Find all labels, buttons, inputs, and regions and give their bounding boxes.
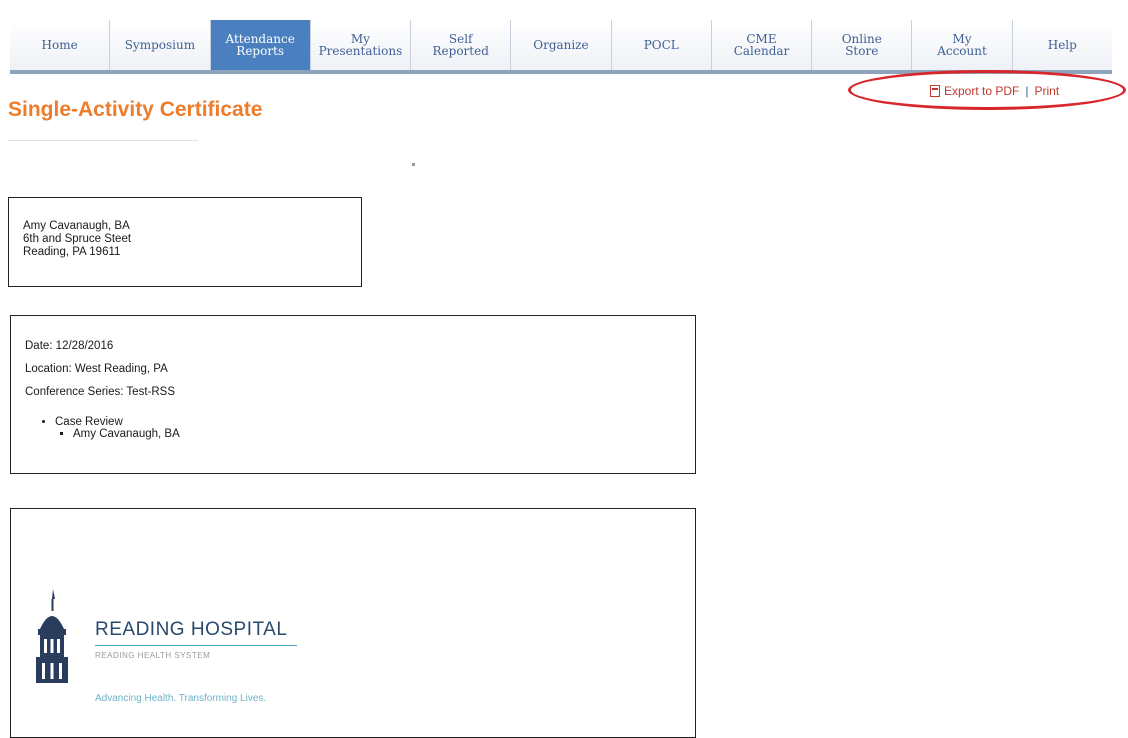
nav-my-account[interactable]: My Account [912,20,1013,70]
health-system-name: READING HEALTH SYSTEM [95,651,211,660]
activity-item: Case Review Amy Cavanaugh, BA [55,416,695,440]
activity-location: Location: West Reading, PA [25,363,168,375]
nav-cme-calendar[interactable]: CME Calendar [712,20,813,70]
certificate-logo-box: READING HOSPITAL READING HEALTH SYSTEM A… [10,508,696,738]
scan-speck [412,163,415,166]
main-nav: Home Symposium Attendance Reports My Pre… [10,20,1112,74]
pdf-icon[interactable] [930,85,940,97]
title-divider [8,140,198,141]
nav-online-store[interactable]: Online Store [812,20,913,70]
nav-organize[interactable]: Organize [511,20,612,70]
link-separator: | [1025,84,1029,98]
hospital-tagline: Advancing Health. Transforming Lives. [95,693,267,704]
recipient-street: 6th and Spruce Steet [23,233,132,245]
conference-series: Conference Series: Test-RSS [25,386,175,398]
print-link[interactable]: Print [1034,84,1059,98]
nav-symposium[interactable]: Symposium [110,20,211,70]
nav-self-reported[interactable]: Self Reported [411,20,512,70]
nav-attendance-reports[interactable]: Attendance Reports [210,20,311,70]
recipient-city: Reading, PA 19611 [23,246,121,258]
activity-date: Date: 12/28/2016 [25,340,114,352]
nav-pocl[interactable]: POCL [612,20,712,70]
export-pdf-link[interactable]: Export to PDF [944,84,1019,98]
hospital-name: READING HOSPITAL [95,619,288,640]
export-links: Export to PDF | Print [930,84,1059,98]
activity-list: Case Review Amy Cavanaugh, BA [25,416,695,440]
address-box: Amy Cavanaugh, BA 6th and Spruce Steet R… [8,197,362,287]
nav-my-presentations[interactable]: My Presentations [311,20,412,70]
nav-help[interactable]: Help [1013,20,1112,70]
page-title: Single-Activity Certificate [8,98,263,121]
recipient-name: Amy Cavanaugh, BA [23,220,130,232]
nav-home[interactable]: Home [10,20,111,70]
hospital-tower-icon [36,589,68,683]
logo-divider [95,645,297,646]
presenter-list: Amy Cavanaugh, BA [55,428,695,440]
activity-details-box: Date: 12/28/2016 Location: West Reading,… [10,315,696,474]
presenter-item: Amy Cavanaugh, BA [73,428,695,440]
activity-title: Case Review [55,416,123,428]
